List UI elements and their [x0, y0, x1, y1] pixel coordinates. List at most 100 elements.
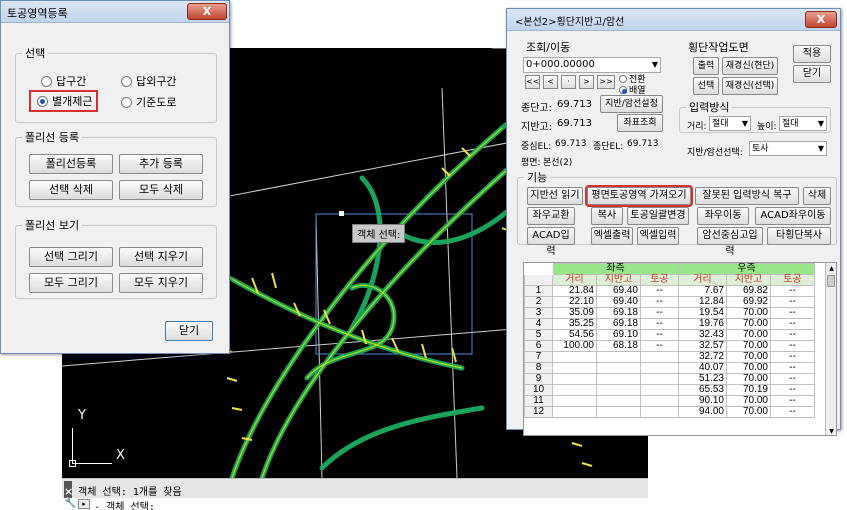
- table-cell[interactable]: 68.18: [596, 340, 641, 352]
- table-cell[interactable]: 69.40: [596, 285, 641, 297]
- table-cell[interactable]: [552, 351, 597, 363]
- first-button[interactable]: <<: [525, 75, 540, 89]
- close-button[interactable]: X: [187, 3, 227, 20]
- table-cell[interactable]: [640, 373, 679, 385]
- table-cell[interactable]: 32.57: [678, 340, 727, 352]
- read-ground-button[interactable]: 지반선 읽기: [527, 187, 583, 205]
- copy-button[interactable]: 복사: [591, 207, 623, 225]
- distance-combo[interactable]: 절대 ▼: [709, 116, 751, 131]
- table-cell[interactable]: 70.00: [726, 395, 771, 407]
- table-cell[interactable]: --: [640, 329, 679, 341]
- table-cell[interactable]: --: [770, 406, 815, 418]
- acad-input-button[interactable]: ACAD입력: [527, 227, 575, 257]
- table-row[interactable]: 9 51.23 70.00 --: [524, 373, 815, 385]
- ground-set-button[interactable]: 지반/암선설정: [600, 95, 663, 113]
- prev-button[interactable]: <: [543, 75, 558, 89]
- table-row[interactable]: 3 35.09 69.18 -- 19.54 70.00 --: [524, 307, 815, 319]
- ground-data-grid[interactable]: 좌측 우측 거리 지반고 토공 거리 지반고 토공 1 21.84 69.40 -- 7…: [523, 262, 837, 436]
- table-cell[interactable]: [640, 384, 679, 396]
- table-cell[interactable]: 12.84: [678, 296, 727, 308]
- table-cell[interactable]: --: [770, 296, 815, 308]
- table-cell[interactable]: 70.00: [726, 318, 771, 330]
- table-cell[interactable]: 70.00: [726, 362, 771, 374]
- table-cell[interactable]: 70.00: [726, 406, 771, 418]
- table-cell[interactable]: [596, 351, 641, 363]
- vertical-scrollbar[interactable]: ▲ ▼: [825, 263, 836, 435]
- table-cell[interactable]: --: [640, 340, 679, 352]
- ground-rock-combo[interactable]: 토사 ▼: [749, 141, 827, 156]
- table-cell[interactable]: 32.43: [678, 329, 727, 341]
- table-cell[interactable]: --: [640, 296, 679, 308]
- table-cell[interactable]: 90.10: [678, 395, 727, 407]
- height-combo[interactable]: 절대 ▼: [779, 116, 827, 131]
- table-row[interactable]: 6 100.00 68.18 -- 32.57 70.00 --: [524, 340, 815, 352]
- table-cell[interactable]: --: [770, 340, 815, 352]
- add-register-button[interactable]: 추가 등록: [119, 154, 203, 174]
- prompt-icon[interactable]: ▸: [78, 499, 90, 509]
- table-cell[interactable]: [596, 406, 641, 418]
- table-cell[interactable]: [552, 395, 597, 407]
- table-cell[interactable]: 70.19: [726, 384, 771, 396]
- delete-button[interactable]: 삭제: [803, 187, 831, 205]
- table-cell[interactable]: 69.10: [596, 329, 641, 341]
- table-cell[interactable]: 35.09: [552, 307, 597, 319]
- table-cell[interactable]: [596, 384, 641, 396]
- table-cell[interactable]: 65.53: [678, 384, 727, 396]
- close-button-secondary[interactable]: 닫기: [793, 65, 831, 83]
- excel-input-button[interactable]: 엑셀입력: [637, 227, 679, 245]
- table-cell[interactable]: [640, 406, 679, 418]
- output-button[interactable]: 출력: [693, 57, 719, 75]
- scroll-thumb[interactable]: [827, 275, 835, 287]
- table-cell[interactable]: --: [770, 373, 815, 385]
- select-button[interactable]: 선택: [693, 77, 719, 95]
- batch-earthwork-button[interactable]: 토공일괄변경: [627, 207, 689, 225]
- table-cell[interactable]: --: [640, 285, 679, 297]
- regen-select-button[interactable]: 재경신(선택): [722, 77, 778, 95]
- acad-move-lr-button[interactable]: ACAD좌우이동: [755, 207, 831, 225]
- table-cell[interactable]: [596, 362, 641, 374]
- table-row[interactable]: 12 94.00 70.00 --: [524, 406, 815, 418]
- regen-status-button[interactable]: 재경신(현단): [722, 57, 778, 75]
- table-cell[interactable]: 19.76: [678, 318, 727, 330]
- table-row[interactable]: 8 40.07 70.00 --: [524, 362, 815, 374]
- excel-output-button[interactable]: 엑셀출력: [591, 227, 633, 245]
- next-button[interactable]: >: [579, 75, 594, 89]
- radio-option-1[interactable]: 답외구간: [121, 73, 176, 89]
- dialog-titlebar[interactable]: <본선2>횡단지반고/암선 X: [507, 9, 840, 31]
- close-dialog-button[interactable]: 닫기: [165, 321, 213, 341]
- table-cell[interactable]: 69.82: [726, 285, 771, 297]
- delete-all-button[interactable]: 모두 삭제: [119, 180, 203, 200]
- wrench-icon[interactable]: 🔧: [64, 498, 76, 509]
- table-cell[interactable]: 69.40: [596, 296, 641, 308]
- restore-input-button[interactable]: 잘못된 입력방식 복구: [695, 187, 799, 205]
- table-cell[interactable]: --: [770, 329, 815, 341]
- scroll-down-icon[interactable]: ▼: [826, 426, 836, 435]
- table-cell[interactable]: [552, 384, 597, 396]
- erase-all-button[interactable]: 모두 지우기: [119, 273, 203, 293]
- table-cell[interactable]: [552, 406, 597, 418]
- draw-all-button[interactable]: 모두 그리기: [29, 273, 113, 293]
- table-cell[interactable]: [552, 373, 597, 385]
- table-cell[interactable]: 7.67: [678, 285, 727, 297]
- station-combo[interactable]: 0+000.00000 ▼: [523, 57, 661, 73]
- move-lr-button[interactable]: 좌우이동: [697, 207, 749, 225]
- table-cell[interactable]: --: [770, 362, 815, 374]
- table-cell[interactable]: 35.25: [552, 318, 597, 330]
- table-cell[interactable]: 51.23: [678, 373, 727, 385]
- radio-option-3[interactable]: 기준도로: [121, 94, 176, 110]
- table-cell[interactable]: 69.18: [596, 307, 641, 319]
- command-input[interactable]: - 객체 선택:: [94, 498, 155, 510]
- polyline-register-button[interactable]: 폴리선등록: [29, 154, 113, 174]
- table-cell[interactable]: 94.00: [678, 406, 727, 418]
- table-cell[interactable]: 21.84: [552, 285, 597, 297]
- rock-center-input-button[interactable]: 암선중심고입력: [697, 227, 763, 257]
- table-cell[interactable]: 54.56: [552, 329, 597, 341]
- table-row[interactable]: 5 54.56 69.10 -- 32.43 70.00 --: [524, 329, 815, 341]
- table-cell[interactable]: 100.00: [552, 340, 597, 352]
- table-cell[interactable]: 70.00: [726, 340, 771, 352]
- table-cell[interactable]: 70.00: [726, 307, 771, 319]
- table-cell[interactable]: [596, 373, 641, 385]
- draw-selected-button[interactable]: 선택 그리기: [29, 247, 113, 267]
- table-cell[interactable]: [552, 362, 597, 374]
- table-cell[interactable]: --: [770, 395, 815, 407]
